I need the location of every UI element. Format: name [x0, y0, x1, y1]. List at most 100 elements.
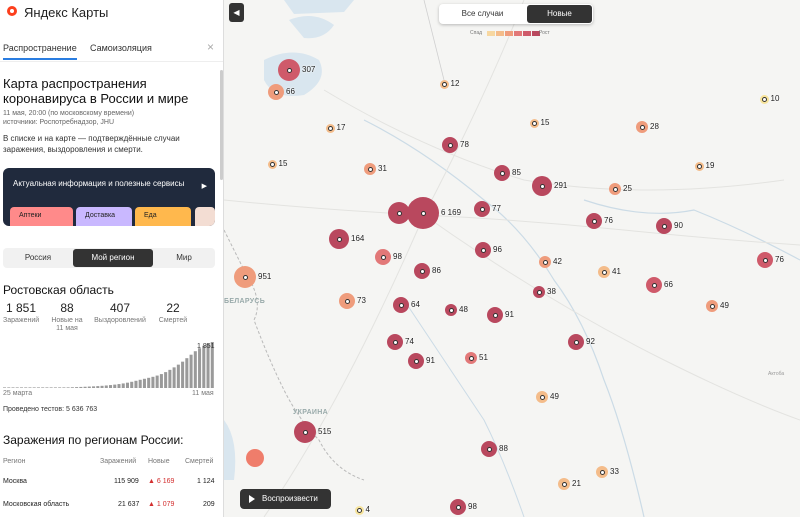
marker-center-dot	[492, 312, 498, 318]
yandex-maps-logo[interactable]: Яндекс Карты	[6, 5, 108, 20]
chip-delivery[interactable]: Доставка	[76, 207, 132, 226]
scrollbar[interactable]	[220, 70, 223, 180]
cases-bar-chart	[3, 342, 214, 388]
road-line	[323, 89, 785, 191]
marker-center-dot	[455, 504, 461, 510]
marker-value: 33	[610, 467, 619, 476]
panel-description: В списке и на карте — подтверждённые слу…	[3, 134, 180, 154]
region-name: Ростовская область	[3, 283, 114, 297]
logo-text: Яндекс Карты	[24, 5, 109, 20]
map-country-label: УКРАИНА	[293, 409, 328, 416]
marker-value: 92	[586, 337, 595, 346]
marker-value: 91	[505, 310, 514, 319]
chart-bar	[151, 376, 155, 388]
play-button[interactable]: Воспроизвести	[240, 489, 331, 509]
marker-center-dot	[761, 96, 767, 102]
chip-pharmacies[interactable]: Аптеки	[10, 207, 73, 226]
marker-value: 15	[278, 159, 288, 168]
chart-bar	[193, 351, 197, 388]
marker-center-dot	[392, 339, 398, 345]
marker-center-dot	[367, 166, 373, 172]
collapse-panel-button[interactable]: ◀	[229, 3, 244, 22]
marker-value: 307	[302, 65, 316, 74]
chart-bar	[24, 387, 28, 388]
marker-value: 74	[405, 337, 414, 346]
col-total: Заражений	[100, 458, 137, 465]
chart-bar	[41, 387, 45, 388]
marker-value: 515	[318, 427, 332, 436]
tab-spread[interactable]: Распространение	[3, 43, 77, 60]
marker-center-dot	[591, 218, 597, 224]
chart-bar	[83, 386, 87, 388]
marker-value: 96	[493, 245, 502, 254]
marker-value: 91	[426, 356, 435, 365]
chart-bar	[198, 348, 202, 388]
chart-bar	[142, 378, 146, 388]
chip-food[interactable]: Еда	[135, 207, 191, 226]
marker-value: 10	[770, 94, 780, 103]
stat-deaths: 22 Смертей	[155, 301, 191, 325]
chart-bar	[189, 354, 193, 388]
scope-russia[interactable]: Россия	[3, 248, 73, 268]
scale-swatch	[496, 31, 504, 36]
map-city-label: Актоба	[768, 371, 785, 377]
stat-label: Выздоровлений	[94, 317, 146, 324]
stat-value: 407	[109, 301, 131, 315]
sea-shape	[224, 420, 236, 480]
marker-center-dot	[709, 303, 715, 309]
row-total: 115 909	[114, 478, 139, 485]
marker-center-dot	[468, 355, 474, 361]
toggle-all-cases[interactable]: Все случаи	[440, 5, 525, 23]
marker-value: 90	[674, 221, 683, 230]
chart-bar	[147, 377, 151, 388]
page-title: Карта распространения коронавируса в Рос…	[3, 76, 189, 106]
marker-center-dot	[762, 257, 768, 263]
marker-value: 85	[512, 168, 521, 177]
update-meta: 11 мая, 20:00 (по московскому времени) и…	[3, 109, 134, 127]
marker-value: 42	[553, 257, 562, 266]
marker-center-dot	[531, 120, 537, 126]
chart-bar	[58, 387, 62, 388]
tab-self-isolation[interactable]: Самоизоляция	[90, 43, 152, 53]
services-banner[interactable]: Актуальная информация и полезные сервисы…	[3, 168, 215, 226]
marker-value: 78	[460, 140, 469, 149]
marker-center-dot	[661, 223, 667, 229]
chart-bar	[7, 387, 11, 388]
play-label: Воспроизвести	[262, 494, 318, 503]
row-new: ▲ 1 079	[148, 501, 175, 508]
col-region: Регион	[3, 458, 26, 465]
chart-bar	[11, 387, 15, 388]
marker-value: 98	[468, 502, 477, 511]
infections-section-title: Заражения по регионам России:	[3, 433, 184, 447]
map-canvas[interactable]: БЕЛАРУСЬ УКРАИНА Актоба 307 66 12 10 17 15 28 1…	[224, 0, 800, 517]
toggle-new-cases[interactable]: Новые	[527, 5, 592, 23]
scope-world[interactable]: Мир	[153, 248, 215, 268]
data-sources: источники: Роспотребнадзор, JHU	[3, 119, 115, 126]
stat-value: 88	[60, 301, 74, 315]
marker-value: 41	[612, 267, 621, 276]
chart-bar	[66, 387, 70, 388]
marker-center-dot	[356, 507, 362, 513]
panel-tabs: Распространение Самоизоляция ×	[0, 36, 223, 62]
sea-shape	[284, 0, 354, 14]
marker-value: 64	[411, 300, 420, 309]
marker-center-dot	[542, 259, 548, 265]
marker-center-dot	[302, 429, 308, 435]
chart-bar	[109, 385, 113, 388]
col-deaths: Смертей	[185, 458, 214, 465]
scope-my-region[interactable]: Мой регион	[73, 249, 153, 267]
stat-value: 1 851	[5, 301, 37, 315]
chart-bar	[96, 386, 100, 388]
road-line	[224, 199, 800, 246]
chart-bar	[138, 379, 142, 388]
marker-center-dot	[380, 254, 386, 260]
chip-more[interactable]	[195, 207, 215, 226]
chart-bar	[15, 387, 19, 388]
marker-center-dot	[269, 161, 275, 167]
banner-text: Актуальная информация и полезные сервисы	[13, 179, 185, 188]
marker-center-dot	[441, 81, 447, 87]
marker-value: 98	[393, 252, 402, 261]
marker-value: 77	[492, 204, 501, 213]
marker-circle	[246, 449, 264, 467]
close-icon[interactable]: ×	[207, 40, 214, 54]
